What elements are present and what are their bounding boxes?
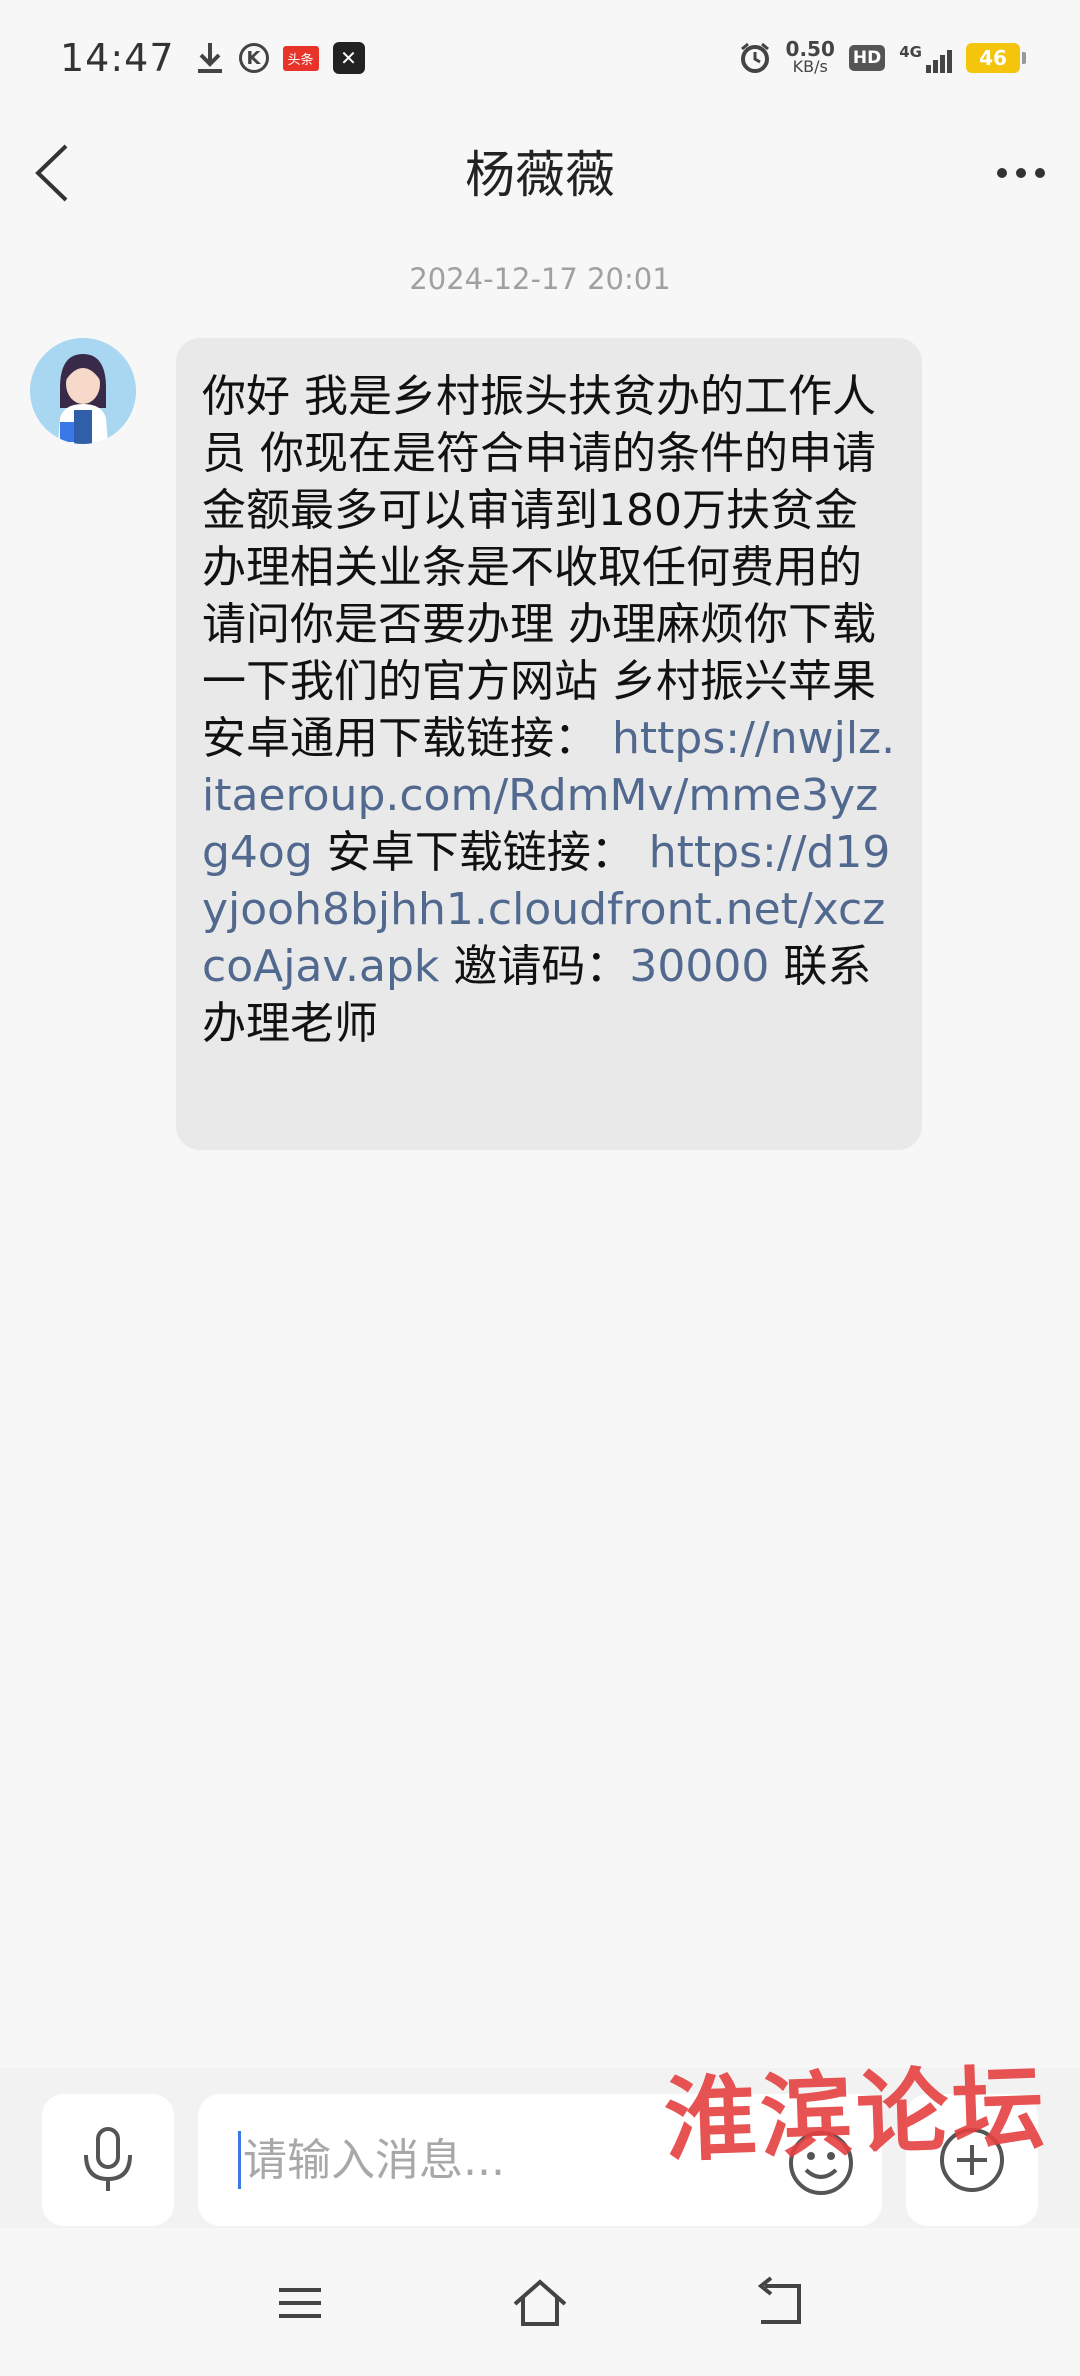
back-icon (757, 2276, 801, 2324)
message-timestamp: 2024-12-17 20:01 (409, 262, 671, 296)
message-text: 你好 我是乡村振头扶贫办的工作人员 你现在是符合申请的条件的申请金额最多可以审请… (202, 371, 876, 764)
message-input-container[interactable] (198, 2094, 882, 2226)
contact-avatar[interactable] (30, 338, 136, 444)
message-input-bar (0, 2068, 1080, 2228)
battery-icon: 46 (966, 43, 1026, 73)
nav-back-button[interactable] (745, 2268, 815, 2338)
back-arrow-icon (35, 144, 68, 202)
microphone-icon (84, 2127, 132, 2191)
plus-icon (940, 2128, 1004, 2192)
emoji-button[interactable] (786, 2128, 856, 2198)
toutiao-icon: 头条 (282, 45, 319, 71)
more-options-button[interactable] (986, 148, 1056, 198)
message-input[interactable] (243, 2134, 723, 2186)
voice-input-button[interactable] (42, 2094, 174, 2226)
system-navigation-bar (0, 2228, 1080, 2376)
message-text: 安卓下载链接： (326, 827, 635, 878)
k-app-icon: K (238, 43, 269, 73)
recents-button[interactable] (265, 2268, 335, 2338)
status-system-icons: 0.50 KB/s HD 4G 46 (738, 37, 1026, 76)
more-dots-icon (997, 168, 1007, 178)
message-text: 邀请码： (453, 941, 630, 992)
invite-code-number[interactable]: 30000 (629, 941, 769, 992)
download-icon (195, 41, 225, 75)
received-message-bubble[interactable]: 你好 我是乡村振头扶贫办的工作人员 你现在是符合申请的条件的申请金额最多可以审请… (176, 338, 922, 1150)
home-icon (513, 2279, 567, 2326)
chat-header: 杨薇薇 (0, 116, 1080, 226)
status-bar: 14:47 K 头条 ✕ 0.50 KB/s HD 4G 46 (0, 0, 1080, 116)
attach-button[interactable] (906, 2094, 1038, 2226)
home-button[interactable] (505, 2268, 575, 2338)
alarm-icon (738, 41, 772, 75)
text-cursor (238, 2131, 241, 2189)
status-time: 14:47 (60, 36, 175, 80)
capcut-icon: ✕ (332, 42, 365, 74)
menu-icon (279, 2288, 321, 2318)
back-button[interactable] (22, 138, 92, 208)
network-speed: 0.50 KB/s (785, 37, 835, 76)
contact-name: 杨薇薇 (465, 146, 615, 204)
status-notification-icons: K 头条 ✕ (195, 41, 365, 75)
emoji-icon (789, 2131, 853, 2195)
hd-icon: HD (848, 45, 886, 71)
signal-icon: 4G (899, 43, 952, 73)
